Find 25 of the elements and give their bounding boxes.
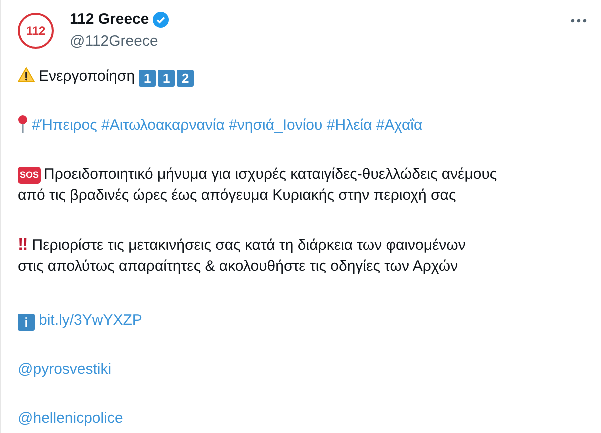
hashtag-link[interactable]: #Αιτωλοακαρνανία [102,117,225,134]
warning-icon [18,67,35,83]
account-name[interactable]: 112 Greece [70,10,150,30]
account-handle[interactable]: @112Greece [70,32,571,52]
message-line: Προειδοποιητικό μήνυμα για ισχυρές καταιγίδες-θυελλώδεις ανέμους [44,166,498,183]
more-icon[interactable] [571,19,587,23]
hashtag-link[interactable]: #Αχαΐα [376,117,423,134]
message-line: από τις βραδινές ώρες έως απόγευμα Κυριακής στην περιοχή σας [18,187,456,204]
double-exclamation-icon: ‼ [18,235,28,254]
sos-icon: SOS [18,167,42,184]
avatar-logo[interactable]: 112 [18,13,54,49]
hashtag-link[interactable]: #νησιά_Ιονίου [229,117,323,134]
hashtag-link[interactable]: #Ήπειρος [32,117,98,134]
message-line: Περιορίστε τις μετακινήσεις σας κατά τη διάρκεια των φαινομένων [32,237,466,254]
keycap-digit: 2 [177,70,194,87]
pin-icon [18,115,28,133]
message-line: στις απολύτως απαραίτητες & ακολουθήστε τις οδηγίες των Αρχών [18,258,458,275]
activation-text: Ενεργοποίηση [39,68,136,85]
mention-link[interactable]: @pyrosvestiki [18,361,112,378]
hashtag-link[interactable]: #Ηλεία [326,117,372,134]
mention-link[interactable]: @hellenicpolice [18,410,124,427]
info-icon: i [18,314,35,331]
keycap-digit: 1 [158,70,176,87]
keycap-digit: 1 [139,70,156,87]
short-link[interactable]: bit.ly/3YwYXZP [39,312,142,329]
